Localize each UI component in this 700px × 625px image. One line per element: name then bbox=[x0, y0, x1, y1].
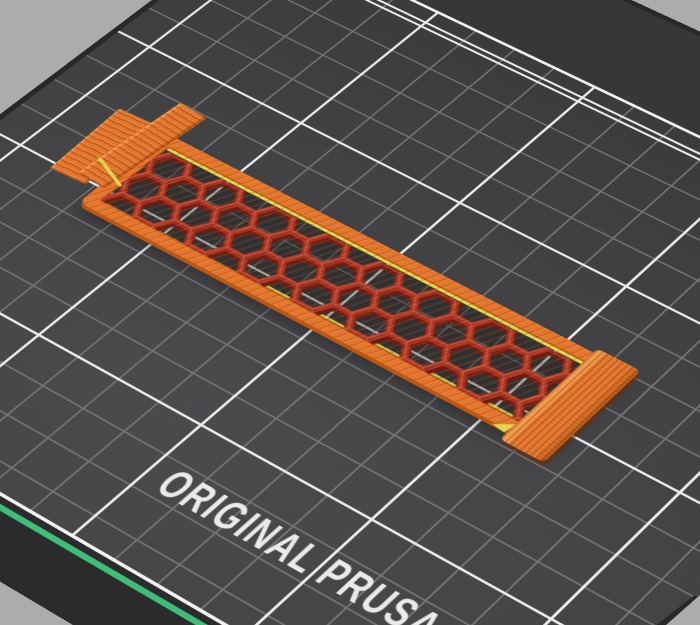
slicer-3d-viewport[interactable]: ORIGINAL PRUSA i3 bbox=[0, 0, 700, 625]
print-bed: ORIGINAL PRUSA i3 bbox=[0, 0, 700, 625]
bed-corner-cutout bbox=[666, 595, 700, 625]
